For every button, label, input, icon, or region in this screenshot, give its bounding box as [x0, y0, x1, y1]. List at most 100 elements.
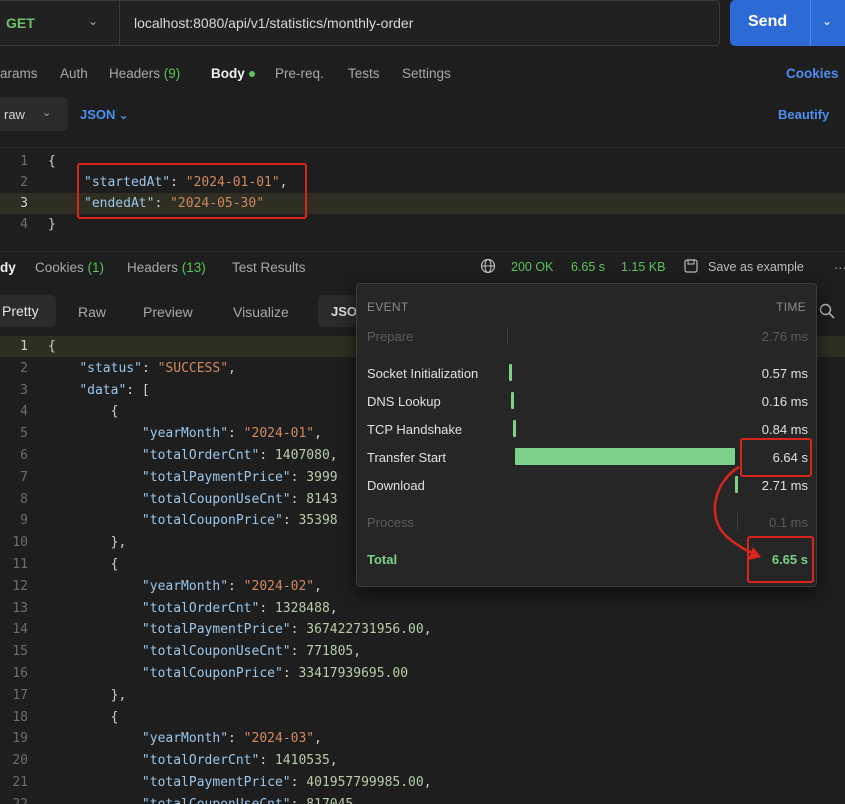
chevron-down-icon: ⌄: [42, 107, 52, 119]
line-number: 8: [20, 491, 28, 507]
method-select[interactable]: GET ⌄: [0, 0, 120, 46]
send-options-chevron-icon[interactable]: ⌄: [822, 14, 832, 28]
view-visualize-button[interactable]: Visualize: [233, 304, 289, 320]
code-text: "totalPaymentPrice": 367422731956.00,: [141, 622, 432, 638]
url-text: localhost:8080/api/v1/statistics/monthly…: [134, 15, 414, 31]
line-number: 1: [20, 154, 28, 169]
annotation-highlight-box: [77, 163, 307, 219]
line-number: 9: [20, 513, 28, 529]
line-number: 3: [20, 196, 28, 211]
code-text: "totalCouponUseCnt": 771805,: [141, 644, 362, 660]
response-format-label: JSO: [331, 304, 358, 319]
body-mode-label: raw: [4, 107, 25, 122]
code-line: 22 "totalCouponUseCnt": 817045,: [0, 794, 845, 804]
line-number: 6: [20, 448, 28, 463]
beautify-button[interactable]: Beautify: [778, 107, 829, 122]
timing-event-label: DNS Lookup: [367, 394, 441, 409]
body-format-select[interactable]: JSON ⌄: [80, 107, 128, 122]
globe-icon[interactable]: [480, 258, 496, 277]
code-text: "totalOrderCnt": 1407080,: [141, 448, 338, 463]
line-number: 3: [20, 382, 28, 398]
code-text: "data": [: [79, 382, 150, 398]
timing-event-label: Process: [367, 515, 414, 530]
code-text: "totalPaymentPrice": 401957799985.00,: [141, 775, 432, 790]
timing-row: Socket Initialization 0.57 ms: [357, 359, 818, 387]
tab-body[interactable]: Body: [211, 66, 255, 81]
code-text: "totalCouponPrice": 33417939695.00: [141, 666, 409, 681]
line-number: 5: [20, 426, 28, 442]
tab-settings[interactable]: Settings: [402, 66, 451, 81]
timing-value: 0.16 ms: [761, 394, 808, 409]
code-line: 18 {: [0, 707, 845, 728]
tab-test-results[interactable]: Test Results: [232, 260, 306, 275]
body-format-label: JSON: [80, 107, 116, 122]
send-button[interactable]: Send ⌄: [730, 0, 845, 46]
line-number: 18: [12, 709, 28, 725]
line-number: 12: [12, 578, 28, 594]
tab-cookies-label: Cookies: [35, 260, 84, 275]
tab-params[interactable]: arams: [0, 66, 38, 81]
tab-prereq[interactable]: Pre-req.: [275, 66, 324, 81]
code-text: {: [48, 404, 119, 420]
code-line: 15 "totalCouponUseCnt": 771805,: [0, 641, 845, 662]
timing-bar: [507, 327, 508, 344]
code-text: "totalCouponUseCnt": 817045,: [48, 794, 361, 804]
view-pretty-button[interactable]: Pretty: [0, 295, 56, 327]
code-text: "totalOrderCnt": 1410535,: [141, 753, 338, 769]
body-type-row: raw ⌄ JSON ⌄ Beautify: [0, 97, 845, 133]
send-divider: [810, 0, 811, 46]
code-text: "yearMonth": "2024-01",: [141, 426, 322, 442]
line-number: 19: [12, 731, 28, 747]
body-mode-select[interactable]: raw ⌄: [0, 97, 68, 131]
timing-value: 0.84 ms: [761, 422, 808, 437]
tab-headers-label: Headers: [109, 66, 161, 81]
cookies-count: (1): [87, 260, 105, 275]
response-status[interactable]: 200 OK: [511, 260, 553, 274]
more-options-icon[interactable]: ⋯: [834, 260, 845, 275]
search-icon[interactable]: [819, 303, 835, 319]
line-number: 7: [20, 469, 28, 485]
code-text: "totalPaymentPrice": 3999: [141, 469, 338, 485]
timing-bar: [511, 392, 514, 409]
timing-event-label: Socket Initialization: [367, 366, 479, 381]
code-text: "yearMonth": "2024-02",: [141, 578, 322, 594]
line-number: 13: [12, 600, 28, 616]
tab-headers[interactable]: Headers (9): [109, 66, 180, 81]
request-body-editor[interactable]: 1 { 2 "startedAt": "2024-01-01", 3 "ende…: [0, 147, 845, 233]
cookies-link[interactable]: Cookies: [786, 66, 839, 81]
tab-response-headers[interactable]: Headers (13): [127, 260, 206, 275]
url-input[interactable]: localhost:8080/api/v1/statistics/monthly…: [120, 0, 720, 46]
code-text: {: [48, 154, 56, 169]
line-number: 1: [20, 339, 28, 354]
view-raw-button[interactable]: Raw: [78, 304, 106, 320]
timing-event-label: Total: [367, 552, 398, 567]
timing-event-label: Download: [367, 478, 425, 493]
line-number: 21: [12, 775, 28, 790]
timing-bar: [509, 364, 512, 381]
tab-tests[interactable]: Tests: [348, 66, 380, 81]
response-time[interactable]: 6.65 s: [571, 260, 605, 274]
code-line: 14 "totalPaymentPrice": 367422731956.00,: [0, 619, 845, 640]
timing-value: 2.76 ms: [761, 329, 808, 344]
timing-value: 0.57 ms: [761, 366, 808, 381]
code-text: "status": "SUCCESS",: [79, 360, 236, 376]
timing-popup: EVENT TIME Prepare 2.76 ms Socket Initiali…: [356, 283, 817, 587]
tab-auth[interactable]: Auth: [60, 66, 88, 81]
timing-event-label: TCP Handshake: [367, 422, 463, 437]
line-number: 10: [12, 535, 28, 551]
timing-event-label: Prepare: [367, 329, 414, 344]
headers-count: (9): [163, 66, 181, 81]
chevron-down-icon: ⌄: [88, 14, 99, 28]
line-number: 17: [12, 687, 28, 703]
headers-count: (13): [181, 260, 206, 275]
save-as-example-button[interactable]: Save as example: [708, 260, 804, 274]
code-text: {: [48, 709, 119, 725]
tab-response-cookies[interactable]: Cookies (1): [35, 260, 104, 275]
code-text: }: [48, 217, 56, 232]
annotation-arrow-icon: [713, 465, 761, 560]
event-column-header: EVENT: [367, 300, 409, 314]
code-text: },: [48, 687, 127, 703]
response-size[interactable]: 1.15 KB: [621, 260, 665, 274]
view-preview-button[interactable]: Preview: [143, 304, 193, 320]
tab-response-body[interactable]: dy: [0, 260, 16, 275]
